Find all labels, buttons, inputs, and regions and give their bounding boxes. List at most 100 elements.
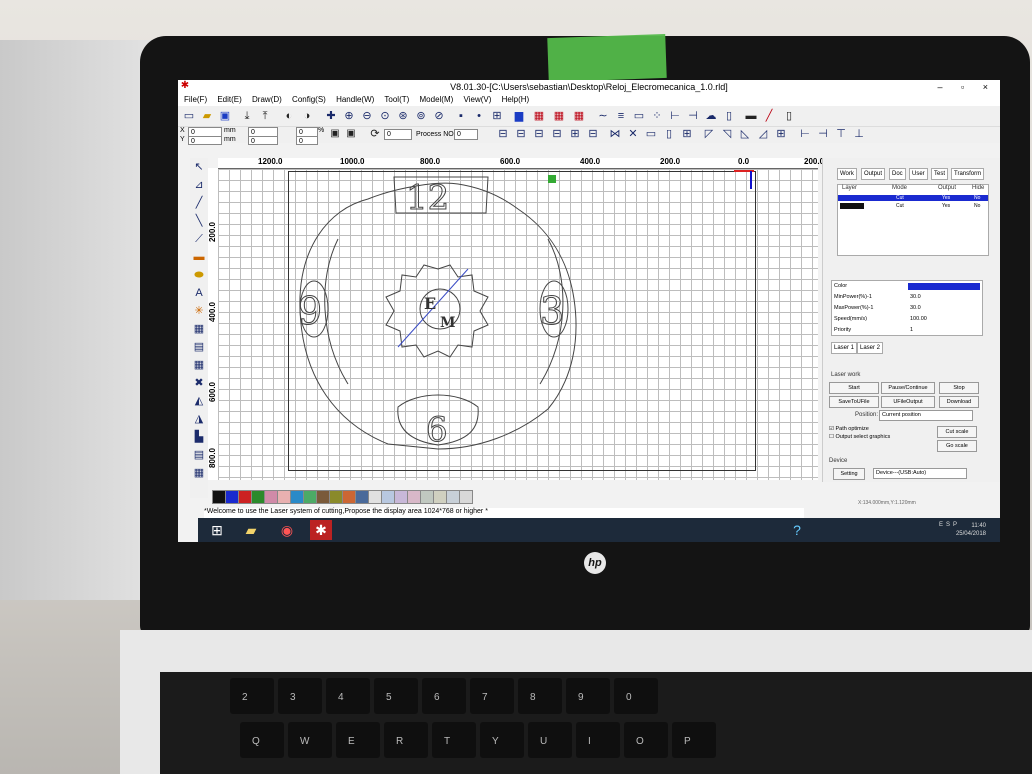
same-size-icon[interactable]: ⊞ — [680, 127, 694, 141]
layer-row[interactable]: Cut Yes No — [838, 203, 988, 209]
array-tool-icon[interactable]: ▦ — [552, 109, 566, 123]
position-select[interactable]: Current position — [879, 410, 973, 421]
grid-tool-icon[interactable]: ▦ — [532, 109, 546, 123]
node-tool-icon[interactable]: ⁘ — [650, 109, 664, 123]
rect-tool-icon[interactable]: ▭ — [632, 109, 646, 123]
undo-icon[interactable]: ◐ — [282, 109, 296, 123]
prop-value[interactable]: 100.00 — [910, 314, 927, 325]
text-tool-icon-left[interactable]: A — [192, 286, 206, 300]
palette-swatch[interactable] — [446, 490, 460, 504]
align-left-icon[interactable]: ⊟ — [496, 127, 510, 141]
go-scale-button[interactable]: Go scale — [937, 440, 977, 452]
tab-user[interactable]: User — [909, 168, 928, 180]
same-height-icon[interactable]: ▯ — [662, 127, 676, 141]
layer-row[interactable]: Cut Yes No — [838, 195, 988, 201]
palette-swatch[interactable] — [251, 490, 265, 504]
tab-output[interactable]: Output — [861, 168, 886, 180]
select-tool-icon[interactable]: ↖ — [192, 160, 206, 174]
tab-transform[interactable]: Transform — [951, 168, 985, 180]
menu-config[interactable]: Config(S) — [292, 95, 326, 104]
zoom-select-icon[interactable]: ⊘ — [432, 109, 446, 123]
lock-ratio-icon[interactable]: ▣ — [328, 127, 342, 141]
zoom-fit-icon[interactable]: ⊛ — [396, 109, 410, 123]
export-icon[interactable]: ⤒ — [258, 109, 272, 123]
palette-swatch[interactable] — [290, 490, 304, 504]
lock-icon[interactable]: ⊞ — [490, 109, 504, 123]
menu-file[interactable]: File(F) — [184, 95, 207, 104]
dot-icon[interactable]: • — [472, 109, 486, 123]
clock-drawing[interactable]: 12 3 6 9 E M — [218, 169, 818, 480]
corner-br-icon[interactable]: ◿ — [756, 127, 770, 141]
align-center-icon[interactable]: ⊞ — [568, 127, 582, 141]
camera-icon[interactable]: ▬ — [744, 109, 758, 123]
palette-swatch[interactable] — [225, 490, 239, 504]
mirror-icon[interactable]: ▣ — [344, 127, 358, 141]
palette-swatch[interactable] — [459, 490, 473, 504]
import-icon[interactable]: ⤓ — [240, 109, 254, 123]
palette-swatch[interactable] — [433, 490, 447, 504]
zoom-in-icon[interactable]: ⊕ — [342, 109, 356, 123]
align-top-icon[interactable]: ⊟ — [532, 127, 546, 141]
palette-swatch[interactable] — [381, 490, 395, 504]
flip-h-icon[interactable]: ⋈ — [608, 127, 622, 141]
start-button[interactable]: Start — [829, 382, 879, 394]
palette-swatch[interactable] — [355, 490, 369, 504]
process-field[interactable]: 0 — [454, 129, 478, 140]
menu-handle[interactable]: Handle(W) — [336, 95, 374, 104]
same-width-icon[interactable]: ▭ — [644, 127, 658, 141]
corner-bl-icon[interactable]: ◺ — [738, 127, 752, 141]
prop-row[interactable]: Priority 1 — [832, 325, 982, 336]
knife-icon[interactable]: ╱ — [762, 109, 776, 123]
delete-icon[interactable]: ✖ — [192, 376, 206, 390]
palette-swatch[interactable] — [303, 490, 317, 504]
palette-swatch[interactable] — [264, 490, 278, 504]
redo-icon[interactable]: ◑ — [300, 109, 314, 123]
sort-tool-icon[interactable]: ▙ — [192, 430, 206, 444]
palette-swatch[interactable] — [407, 490, 421, 504]
palette-swatch[interactable] — [420, 490, 434, 504]
cloud-icon[interactable]: ☁ — [704, 109, 718, 123]
corner-tr-icon[interactable]: ◹ — [720, 127, 734, 141]
node-edit-icon[interactable]: ⊿ — [192, 178, 206, 192]
laser-app-taskbar-icon[interactable]: ✱ — [310, 520, 332, 540]
checkbox-icon[interactable]: ☐ — [829, 434, 834, 440]
dist-right-icon[interactable]: ⊣ — [816, 127, 830, 141]
prop-color-swatch[interactable] — [908, 283, 980, 290]
prop-row[interactable]: MaxPower(%)-1 30.0 — [832, 303, 982, 314]
y-field[interactable]: 0 — [188, 136, 222, 145]
scale-y-field[interactable]: 0 — [296, 136, 318, 145]
menu-edit[interactable]: Edit(E) — [217, 95, 241, 104]
drawing-canvas[interactable]: 12 3 6 9 E M — [218, 169, 818, 480]
point-tool-icon[interactable]: ✳ — [192, 304, 206, 318]
rectangle-tool-icon[interactable]: ▬ — [192, 250, 206, 264]
box-icon[interactable]: ▯ — [782, 109, 796, 123]
frame-icon[interactable]: ▪ — [454, 109, 468, 123]
dist-v-icon[interactable]: ⊣ — [686, 109, 700, 123]
window-controls[interactable]: – ▫ × — [938, 80, 996, 94]
palette-swatch[interactable] — [394, 490, 408, 504]
line-tool-icon[interactable]: ╱ — [192, 196, 206, 210]
tab-work[interactable]: Work — [837, 168, 857, 180]
save-to-ufile-button[interactable]: SaveToUFile — [829, 396, 879, 408]
copy-array-icon[interactable]: ▦ — [572, 109, 586, 123]
menu-tool[interactable]: Tool(T) — [384, 95, 409, 104]
download-button[interactable]: Download — [939, 396, 979, 408]
grid-array-icon[interactable]: ▦ — [192, 358, 206, 372]
prop-value[interactable]: 30.0 — [910, 303, 921, 314]
dist-top-icon[interactable]: ⊤ — [834, 127, 848, 141]
array-copy-icon[interactable]: ▦ — [192, 466, 206, 480]
zoom-page-icon[interactable]: ⊚ — [414, 109, 428, 123]
zoom-out-icon[interactable]: ⊖ — [360, 109, 374, 123]
menu-help[interactable]: Help(H) — [502, 95, 530, 104]
dist-bottom-icon[interactable]: ⊥ — [852, 127, 866, 141]
cut-scale-button[interactable]: Cut scale — [937, 426, 977, 438]
image-tool-icon[interactable]: ▤ — [192, 340, 206, 354]
device-select[interactable]: Device---(USB:Auto) — [873, 468, 967, 479]
prop-value[interactable]: 1 — [910, 325, 913, 336]
bezier-tool-icon[interactable]: ⟋ — [192, 232, 206, 246]
tab-laser-1[interactable]: Laser 1 — [831, 342, 858, 354]
dist-left-icon[interactable]: ⊢ — [798, 127, 812, 141]
ellipse-tool-icon[interactable]: ⬬ — [192, 268, 206, 282]
palette-swatch[interactable] — [277, 490, 291, 504]
save-icon[interactable]: ▣ — [218, 109, 232, 123]
